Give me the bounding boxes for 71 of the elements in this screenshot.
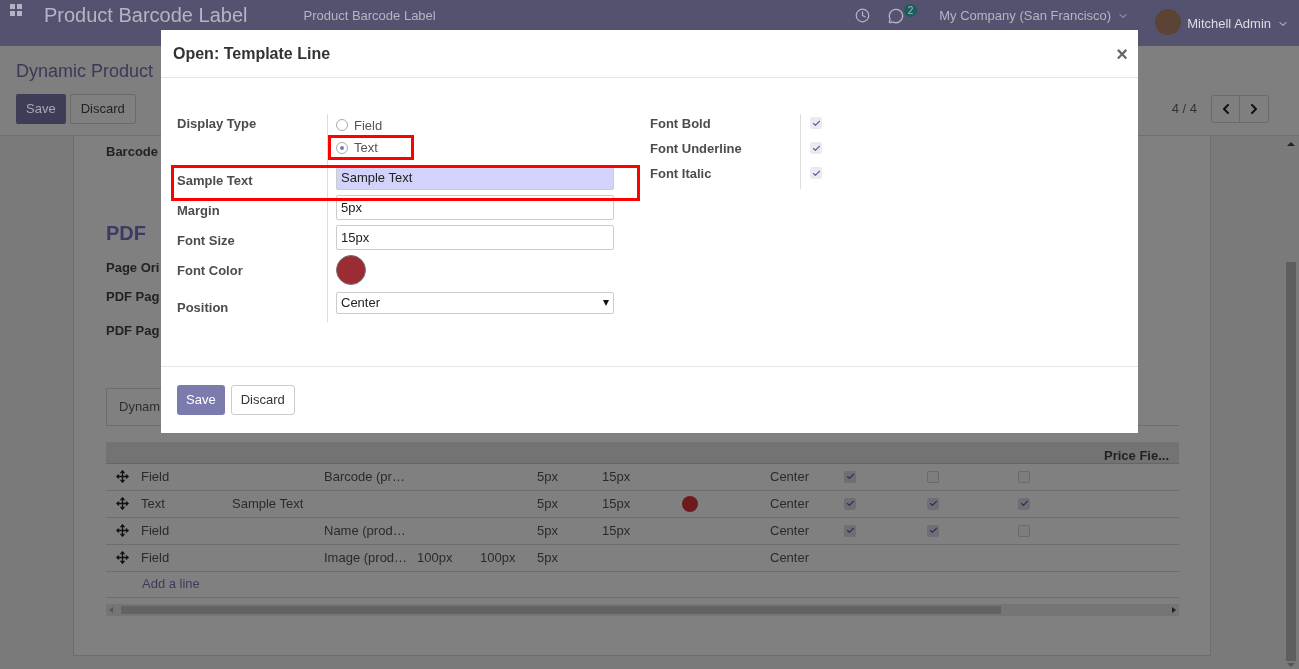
section-title: PDF bbox=[106, 220, 146, 246]
checkbox[interactable] bbox=[844, 497, 856, 510]
table-cell-text: Barcode (pr… bbox=[324, 467, 405, 486]
field-label: Margin bbox=[177, 202, 221, 220]
drag-handle-icon[interactable] bbox=[116, 470, 129, 483]
table-cell-text: 15px bbox=[602, 494, 631, 513]
field-label: Font Size bbox=[177, 232, 236, 250]
select-field[interactable]: Center bbox=[336, 292, 614, 314]
table-cell-text: 100px bbox=[480, 548, 516, 567]
save-button[interactable]: Save bbox=[177, 385, 225, 415]
add-line-link[interactable]: Add a line bbox=[142, 574, 200, 594]
table-cell-text: Center bbox=[770, 521, 810, 540]
apps-menu-icon[interactable] bbox=[10, 4, 22, 16]
field-label: Font Color bbox=[177, 262, 244, 280]
table-cell-text: 5px bbox=[537, 494, 558, 513]
message-count-badge: 2 bbox=[903, 4, 918, 17]
field-label: Display Type bbox=[177, 115, 258, 133]
field-label: Position bbox=[177, 299, 230, 317]
user-menu[interactable]: Mitchell Admin bbox=[1187, 14, 1289, 34]
pager-counter: 4 / 4 bbox=[1171, 100, 1197, 119]
field-label: PDF Pag bbox=[106, 288, 160, 306]
close-button[interactable]: × bbox=[1116, 38, 1128, 69]
table-cell-text: Field bbox=[141, 467, 170, 486]
table-cell-text: 5px bbox=[537, 467, 558, 486]
table-cell-text: Text bbox=[141, 494, 165, 513]
table-cell-text: Sample Text bbox=[232, 494, 304, 513]
table-cell-text: 100px bbox=[417, 548, 453, 567]
field-label: Barcode bbox=[106, 143, 159, 161]
text-field[interactable]: 15px bbox=[336, 225, 614, 250]
checkbox[interactable] bbox=[844, 470, 856, 483]
field-label: Font Italic bbox=[650, 165, 713, 183]
checkbox[interactable] bbox=[1018, 497, 1030, 510]
menu-item[interactable]: Product Barcode Label bbox=[303, 8, 436, 23]
color-swatch[interactable] bbox=[336, 255, 366, 285]
table-cell-text: 5px bbox=[537, 521, 558, 540]
table-cell-text: 15px bbox=[602, 467, 631, 486]
checkbox[interactable] bbox=[927, 497, 939, 510]
horizontal-scrollbar[interactable] bbox=[106, 603, 1179, 616]
field-label: Sample Text bbox=[177, 172, 254, 190]
checkbox[interactable] bbox=[927, 524, 939, 537]
discard-button[interactable]: Discard bbox=[230, 385, 295, 415]
drag-handle-icon[interactable] bbox=[116, 497, 129, 510]
company-switcher[interactable]: My Company (San Francisco) bbox=[939, 8, 1130, 23]
table-cell-text: Field bbox=[141, 548, 170, 567]
field-label: Font Bold bbox=[650, 115, 712, 133]
chat-icon[interactable] bbox=[887, 8, 904, 24]
field-label: PDF Pag bbox=[106, 321, 160, 340]
checkbox[interactable] bbox=[810, 142, 822, 154]
field-label: Font Underline bbox=[650, 140, 743, 158]
drag-handle-icon[interactable] bbox=[116, 551, 129, 564]
checkbox[interactable] bbox=[810, 117, 822, 129]
radio-option[interactable]: Field bbox=[336, 114, 614, 137]
table-cell-text: 5px bbox=[537, 548, 558, 567]
save-button[interactable]: Save bbox=[16, 94, 66, 124]
field-label: Page Ori bbox=[106, 258, 160, 277]
dialog-title: Open: Template Line bbox=[173, 43, 332, 64]
clock-icon[interactable] bbox=[854, 8, 870, 23]
table-cell-text: Center bbox=[770, 494, 810, 513]
table-cell-text: Image (prod… bbox=[324, 548, 408, 567]
table-cell-text: Center bbox=[770, 548, 810, 567]
discard-button[interactable]: Discard bbox=[69, 94, 136, 124]
dropdown-arrow-icon bbox=[603, 300, 609, 306]
app-title: Product Barcode Label bbox=[44, 4, 248, 26]
checkbox[interactable] bbox=[844, 524, 856, 537]
checkbox[interactable] bbox=[810, 167, 822, 179]
table-cell-text: Center bbox=[770, 467, 810, 486]
table-cell-text: Field bbox=[141, 521, 170, 540]
table-cell-text: 15px bbox=[602, 521, 631, 540]
table-cell-text: Name (prod… bbox=[324, 521, 406, 540]
drag-handle-icon[interactable] bbox=[116, 524, 129, 537]
column-header[interactable]: Price Fie... bbox=[1104, 447, 1170, 463]
